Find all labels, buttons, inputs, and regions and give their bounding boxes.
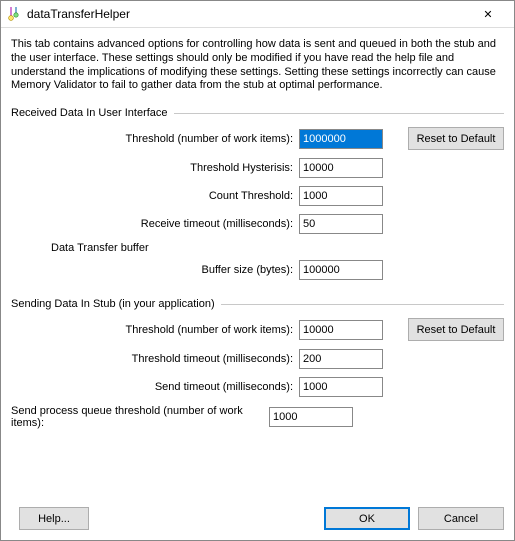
dialog-footer: Help... OK Cancel: [1, 501, 514, 540]
dialog-window: dataTransferHelper ✕ This tab contains a…: [0, 0, 515, 541]
buffer-size-input[interactable]: [299, 260, 383, 280]
row-buffer-size: Buffer size (bytes):: [11, 260, 504, 280]
dialog-content: This tab contains advanced options for c…: [1, 28, 514, 501]
row-recv-count: Count Threshold:: [11, 186, 504, 206]
recv-timeout-input[interactable]: [299, 214, 383, 234]
row-send-ms: Send timeout (milliseconds):: [11, 377, 504, 397]
send-timeout-input[interactable]: [299, 349, 383, 369]
send-threshold-input[interactable]: [299, 320, 383, 340]
recv-timeout-label: Receive timeout (milliseconds):: [11, 218, 299, 230]
recv-hyst-label: Threshold Hysterisis:: [11, 162, 299, 174]
group-sending-label: Sending Data In Stub (in your applicatio…: [11, 298, 504, 310]
description-text: This tab contains advanced options for c…: [11, 38, 504, 93]
reset-received-button[interactable]: Reset to Default: [408, 127, 504, 150]
send-procqueue-label: Send process queue threshold (number of …: [11, 405, 269, 429]
row-send-procqueue: Send process queue threshold (number of …: [11, 405, 504, 429]
row-recv-hyst: Threshold Hysterisis:: [11, 158, 504, 178]
app-icon: [7, 6, 23, 22]
close-icon: ✕: [483, 8, 492, 21]
buffer-size-label: Buffer size (bytes):: [11, 264, 299, 276]
recv-count-label: Count Threshold:: [11, 190, 299, 202]
send-threshold-label: Threshold (number of work items):: [11, 324, 299, 336]
recv-hyst-input[interactable]: [299, 158, 383, 178]
buffer-sublabel: Data Transfer buffer: [51, 242, 504, 254]
window-title: dataTransferHelper: [27, 7, 468, 21]
send-ms-label: Send timeout (milliseconds):: [11, 381, 299, 393]
row-recv-timeout: Receive timeout (milliseconds):: [11, 214, 504, 234]
help-button[interactable]: Help...: [19, 507, 89, 530]
cancel-button[interactable]: Cancel: [418, 507, 504, 530]
row-recv-threshold: Threshold (number of work items): Reset …: [11, 127, 504, 150]
recv-count-input[interactable]: [299, 186, 383, 206]
ok-button[interactable]: OK: [324, 507, 410, 530]
close-button[interactable]: ✕: [468, 1, 508, 28]
send-ms-input[interactable]: [299, 377, 383, 397]
send-procqueue-input[interactable]: [269, 407, 353, 427]
row-send-threshold: Threshold (number of work items): Reset …: [11, 318, 504, 341]
reset-sending-button[interactable]: Reset to Default: [408, 318, 504, 341]
recv-threshold-label: Threshold (number of work items):: [11, 133, 299, 145]
recv-threshold-input[interactable]: [299, 129, 383, 149]
row-send-timeout: Threshold timeout (milliseconds):: [11, 349, 504, 369]
send-timeout-label: Threshold timeout (milliseconds):: [11, 353, 299, 365]
titlebar: dataTransferHelper ✕: [1, 1, 514, 28]
group-received-label: Received Data In User Interface: [11, 107, 504, 119]
